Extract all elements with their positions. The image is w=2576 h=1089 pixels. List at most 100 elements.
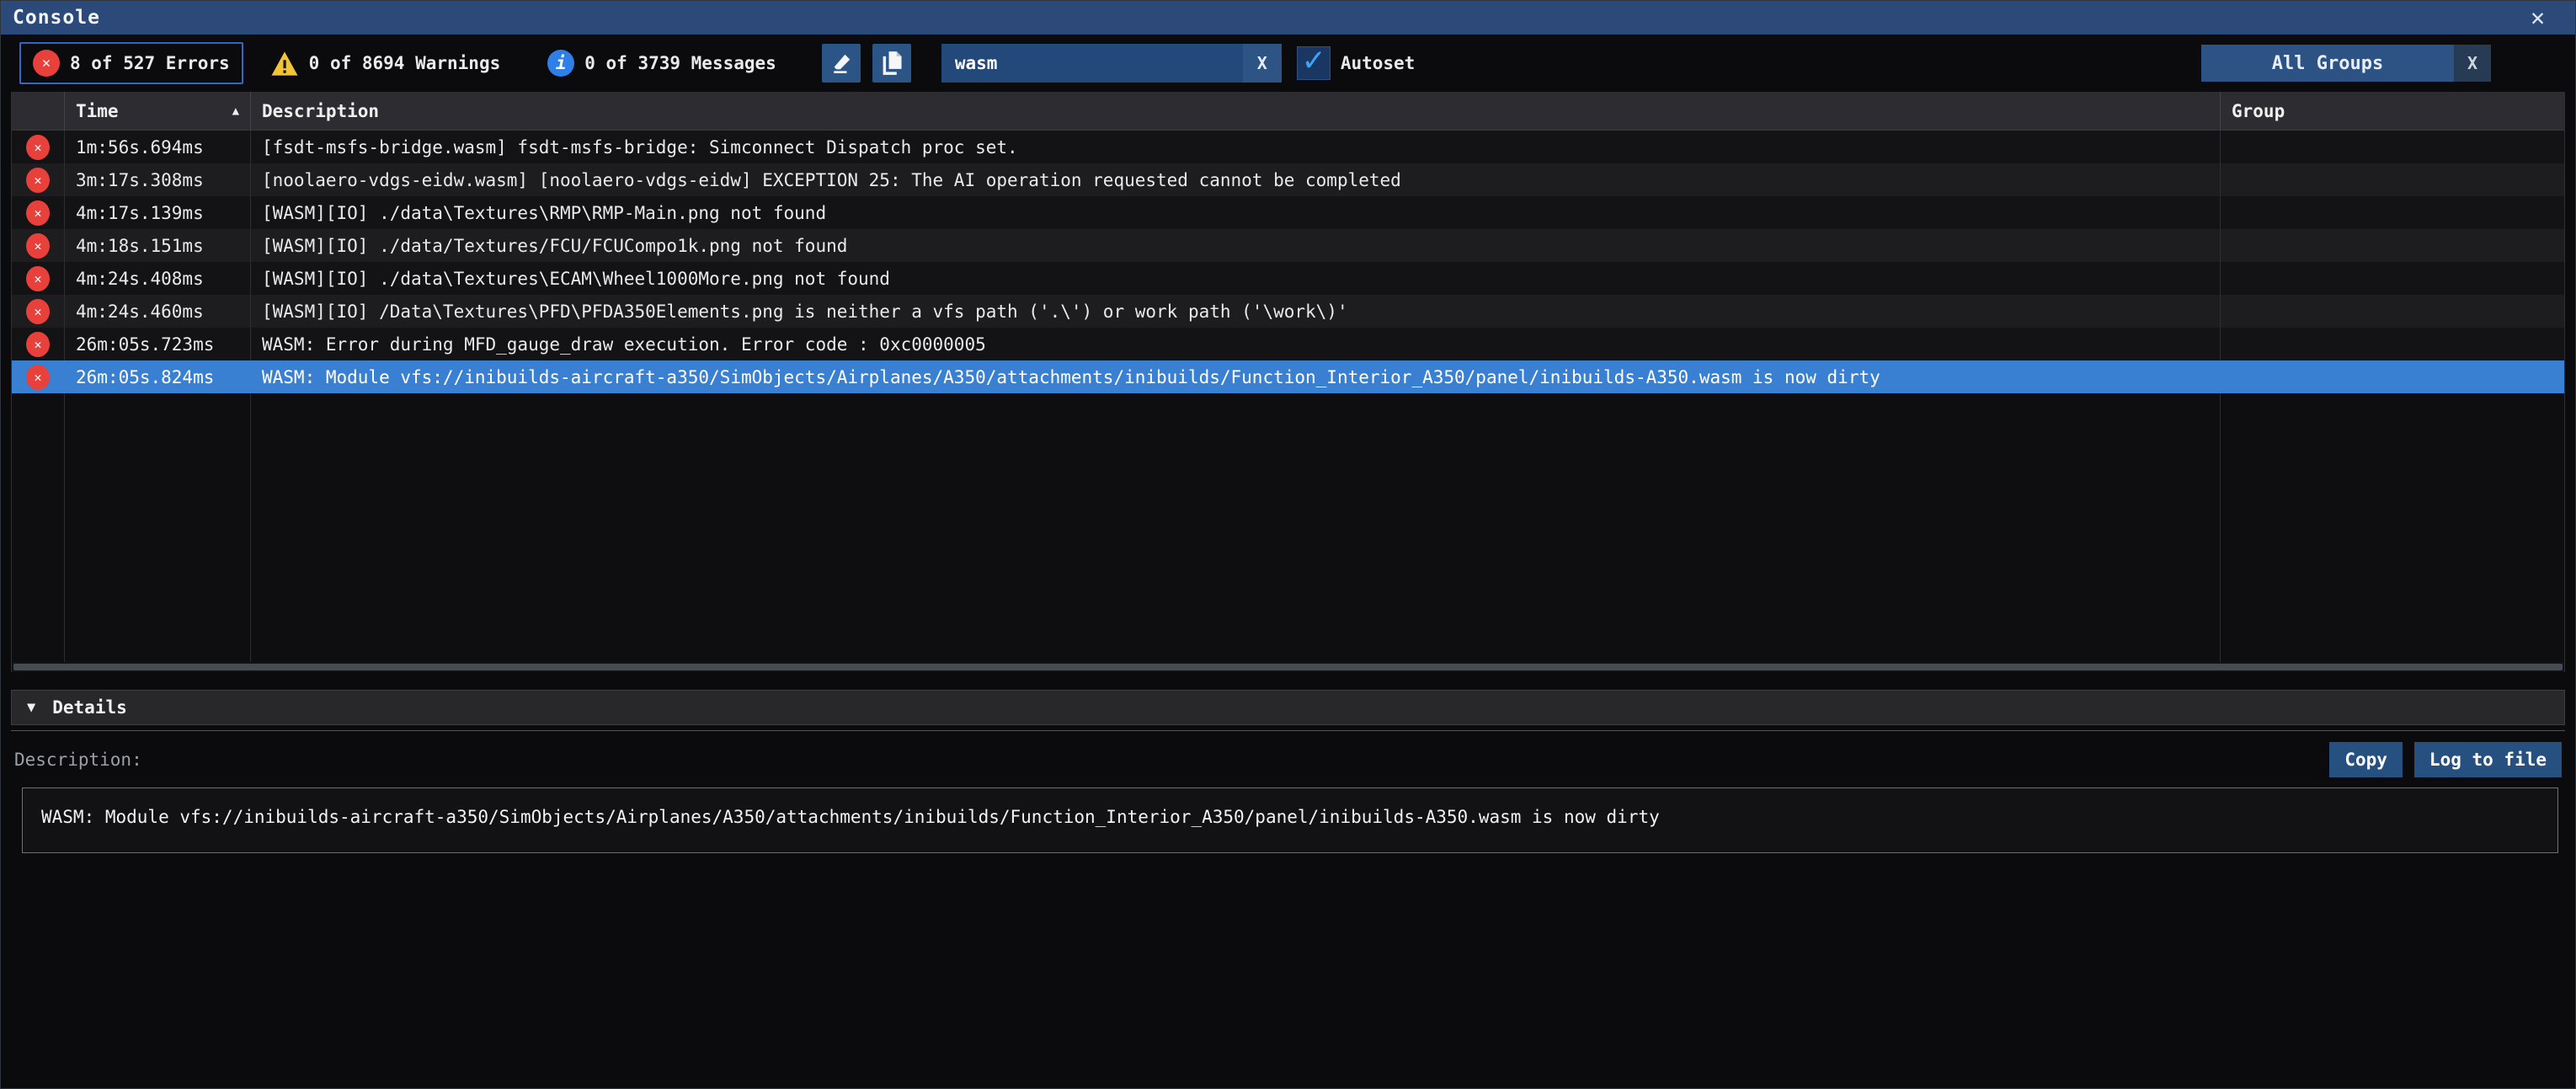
console-window: Console ✕ ✕ 8 of 527 Errors 0 of 8694 Wa… (0, 0, 2576, 1089)
error-icon: ✕ (26, 266, 50, 291)
row-description: [WASM][IO] ./data\Textures\ECAM\Wheel100… (251, 262, 2221, 295)
table-header: Time ▲ Description Group (12, 92, 2564, 131)
window-title: Console (13, 7, 100, 29)
row-time: 26m:05s.723ms (65, 328, 251, 360)
table-empty-area (12, 393, 2564, 662)
row-description: [WASM][IO] ./data\Textures\RMP\RMP-Main.… (251, 196, 2221, 229)
row-group (2221, 328, 2564, 360)
row-group (2221, 131, 2564, 163)
row-time: 4m:24s.460ms (65, 295, 251, 328)
table-row[interactable]: ✕ 3m:17s.308ms[noolaero-vdgs-eidw.wasm] [… (12, 163, 2564, 196)
row-time: 4m:18s.151ms (65, 229, 251, 262)
search-box: X (941, 44, 1282, 83)
description-column-label: Description (262, 101, 379, 121)
details-title: Details (52, 697, 127, 718)
row-description: WASM: Module vfs://inibuilds-aircraft-a3… (251, 360, 2221, 393)
row-description: [WASM][IO] /Data\Textures\PFD\PFDA350Ele… (251, 295, 2221, 328)
error-icon: ✕ (26, 200, 50, 226)
row-group (2221, 229, 2564, 262)
scrollbar-thumb[interactable] (13, 664, 2563, 670)
warnings-count-label: 0 of 8694 Warnings (309, 53, 501, 73)
row-group (2221, 360, 2564, 393)
table-row[interactable]: ✕ 4m:24s.460ms[WASM][IO] /Data\Textures\P… (12, 295, 2564, 328)
row-severity-cell: ✕ (12, 131, 65, 163)
row-group (2221, 196, 2564, 229)
checkmark-icon: ✓ (1304, 43, 1324, 77)
table-row[interactable]: ✕ 4m:17s.139ms[WASM][IO] ./data\Textures\… (12, 196, 2564, 229)
error-icon: ✕ (33, 50, 60, 77)
row-group (2221, 295, 2564, 328)
row-severity-cell: ✕ (12, 229, 65, 262)
error-icon: ✕ (26, 365, 50, 390)
group-column-label: Group (2232, 101, 2285, 121)
header-description-column[interactable]: Description (251, 92, 2221, 130)
description-label: Description: (14, 750, 142, 770)
row-severity-cell: ✕ (12, 295, 65, 328)
row-group (2221, 163, 2564, 196)
warning-icon (270, 51, 299, 77)
table-row[interactable]: ✕ 26m:05s.723msWASM: Error during MFD_gau… (12, 328, 2564, 360)
filler-icon-column (12, 393, 65, 662)
table-row[interactable]: ✕4m:18s.151ms[WASM][IO] ./data/Textures/… (12, 229, 2564, 262)
row-group (2221, 262, 2564, 295)
filler-time-column (65, 393, 251, 662)
horizontal-scrollbar[interactable] (12, 662, 2564, 672)
error-icon: ✕ (26, 233, 50, 259)
row-description: [fsdt-msfs-bridge.wasm] fsdt-msfs-bridge… (251, 131, 2221, 163)
time-column-label: Time (76, 101, 119, 121)
header-group-column[interactable]: Group (2221, 92, 2564, 130)
header-time-column[interactable]: Time ▲ (65, 92, 251, 130)
messages-filter-button[interactable]: i 0 of 3739 Messages (536, 44, 788, 83)
pages-icon (881, 51, 903, 76)
clear-console-button[interactable] (822, 44, 861, 83)
row-severity-cell: ✕ (12, 328, 65, 360)
row-time: 4m:17s.139ms (65, 196, 251, 229)
groups-filter: All Groups X (2201, 45, 2491, 82)
error-icon: ✕ (26, 135, 50, 160)
details-empty-area (1, 853, 2575, 1088)
autoset-label: Autoset (1341, 53, 1416, 73)
autoset-checkbox[interactable]: ✓ (1297, 46, 1331, 80)
chevron-down-icon: ▼ (27, 699, 35, 716)
info-icon: i (547, 50, 574, 77)
table-row[interactable]: ✕ 4m:24s.408ms[WASM][IO] ./data\Textures\… (12, 262, 2564, 295)
search-clear-button[interactable]: X (1243, 44, 1282, 83)
row-time: 26m:05s.824ms (65, 360, 251, 393)
row-severity-cell: ✕ (12, 163, 65, 196)
close-icon[interactable]: ✕ (2531, 6, 2545, 29)
errors-count-label: 8 of 527 Errors (70, 53, 230, 73)
row-severity-cell: ✕ (12, 196, 65, 229)
error-icon: ✕ (26, 332, 50, 357)
details-toolbar: Description: Copy Log to file (14, 739, 2562, 780)
error-icon: ✕ (26, 299, 50, 324)
row-time: 4m:24s.408ms (65, 262, 251, 295)
warnings-filter-button[interactable]: 0 of 8694 Warnings (259, 45, 513, 83)
details-description-box[interactable]: WASM: Module vfs://inibuilds-aircraft-a3… (22, 787, 2558, 853)
row-time: 3m:17s.308ms (65, 163, 251, 196)
groups-dropdown[interactable]: All Groups (2201, 45, 2454, 82)
details-header[interactable]: ▼ Details (11, 690, 2565, 725)
details-buttons: Copy Log to file (2329, 742, 2562, 777)
copy-log-button[interactable] (872, 44, 911, 83)
header-icon-column (12, 92, 65, 130)
search-input[interactable] (941, 44, 1243, 83)
log-to-file-button[interactable]: Log to file (2414, 742, 2562, 777)
row-severity-cell: ✕ (12, 262, 65, 295)
table-row[interactable]: ✕ 26m:05s.824msWASM: Module vfs://inibuil… (12, 360, 2564, 393)
row-severity-cell: ✕ (12, 360, 65, 393)
details-separator (11, 730, 2565, 731)
sort-ascending-icon: ▲ (232, 104, 239, 118)
row-time: 1m:56s.694ms (65, 131, 251, 163)
title-bar: Console ✕ (1, 1, 2575, 35)
console-table-body: ✕ 1m:56s.694ms[fsdt-msfs-bridge.wasm] fsd… (12, 131, 2564, 393)
row-description: WASM: Error during MFD_gauge_draw execut… (251, 328, 2221, 360)
groups-clear-button[interactable]: X (2454, 45, 2491, 82)
table-row[interactable]: ✕ 1m:56s.694ms[fsdt-msfs-bridge.wasm] fsd… (12, 131, 2564, 163)
copy-button[interactable]: Copy (2329, 742, 2403, 777)
toolbar: ✕ 8 of 527 Errors 0 of 8694 Warnings i 0… (1, 35, 2575, 92)
messages-count-label: 0 of 3739 Messages (584, 53, 776, 73)
row-description: [noolaero-vdgs-eidw.wasm] [noolaero-vdgs… (251, 163, 2221, 196)
error-icon: ✕ (26, 168, 50, 193)
errors-filter-button[interactable]: ✕ 8 of 527 Errors (19, 42, 243, 84)
filler-group-column (2221, 393, 2564, 662)
